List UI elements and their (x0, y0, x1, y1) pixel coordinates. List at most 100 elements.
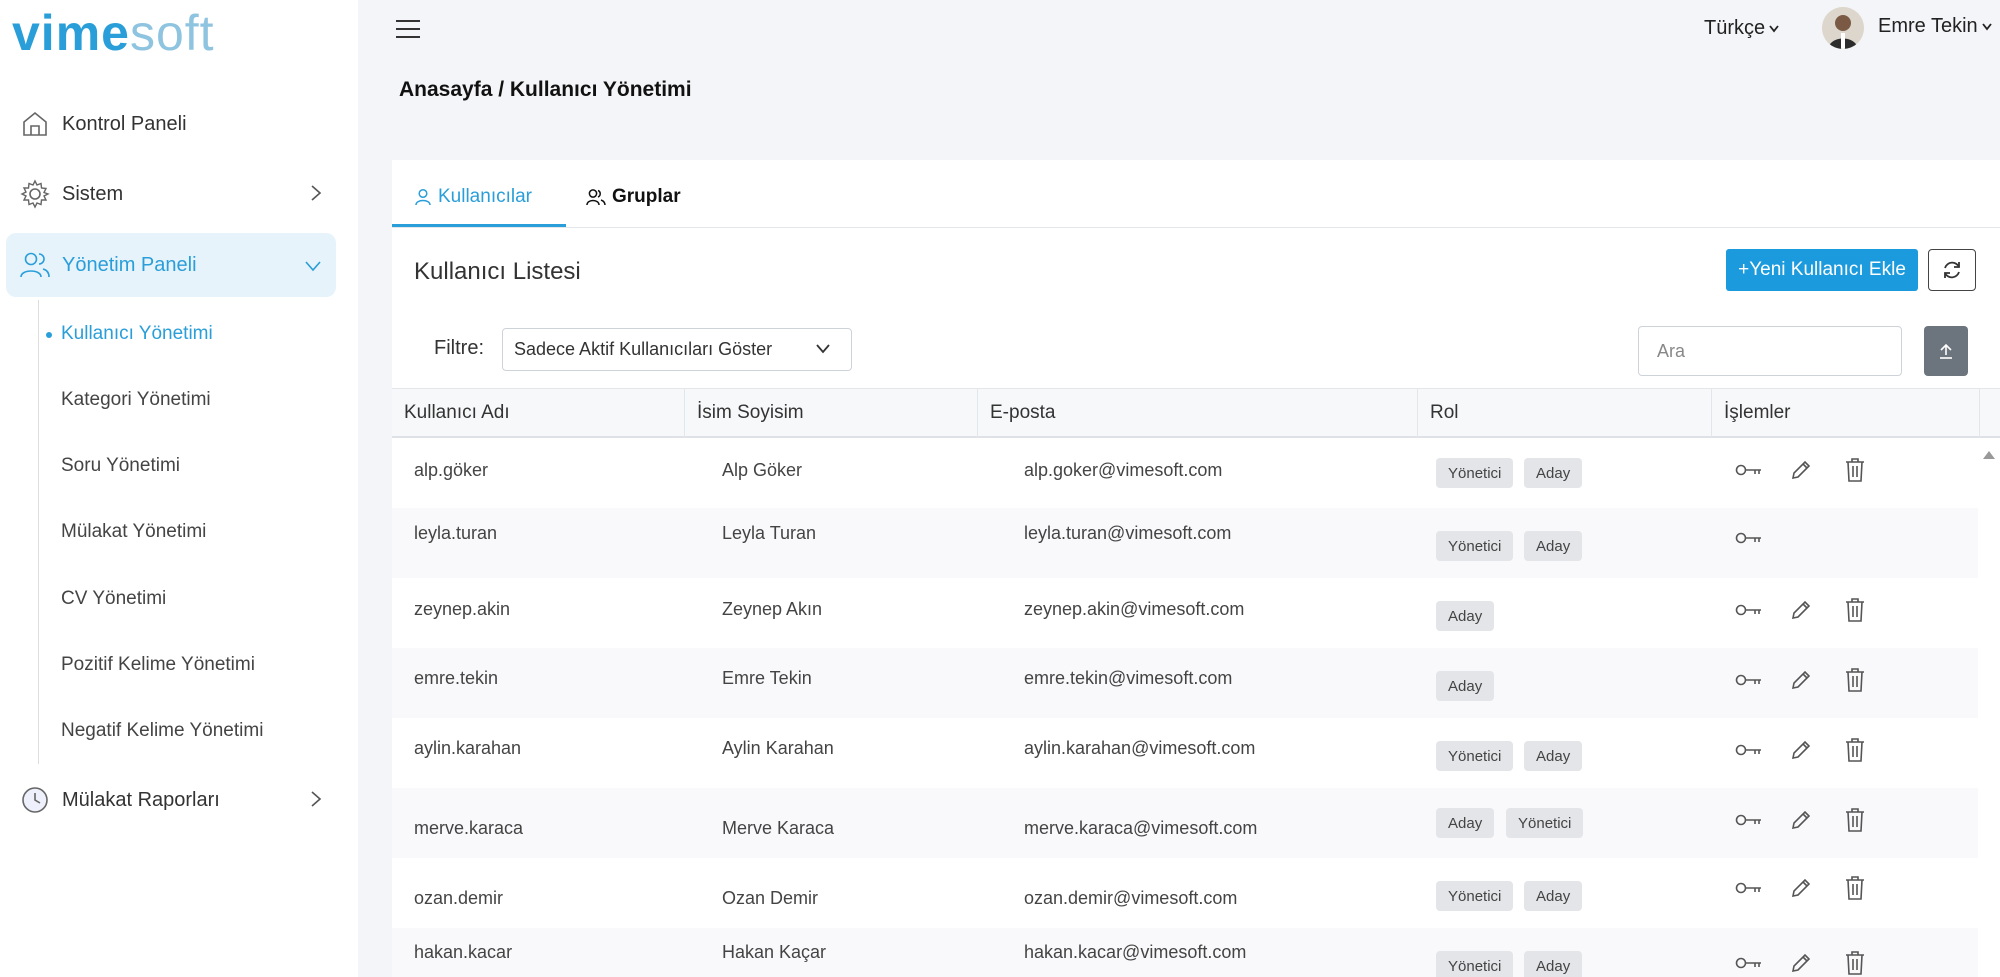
delete-user-button[interactable] (1840, 873, 1870, 903)
delete-user-button[interactable] (1840, 805, 1870, 835)
submenu-item-pozitif-kelime[interactable]: Pozitif Kelime Yönetimi (61, 654, 255, 676)
cell-username: aylin.karahan (414, 738, 522, 758)
cell-username: zeynep.akin (414, 599, 511, 619)
submenu-item-cv-yonetimi[interactable]: CV Yönetimi (61, 588, 166, 610)
edit-user-button[interactable] (1786, 455, 1816, 485)
vimesoft-logo[interactable]: vimesoft (12, 4, 215, 62)
trash-icon (1846, 808, 1864, 832)
menu-toggle-icon[interactable] (396, 20, 420, 38)
refresh-icon (1944, 261, 1960, 279)
pencil-icon (1791, 460, 1811, 480)
delete-user-button[interactable] (1840, 948, 1870, 977)
clock-icon (18, 783, 52, 817)
cell-email: ozan.demir@vimesoft.com (1024, 888, 1238, 908)
key-icon (1735, 464, 1761, 476)
role-badge: Yönetici (1436, 741, 1514, 771)
role-badge: Aday (1524, 881, 1583, 911)
role-badge: Yönetici (1506, 808, 1584, 838)
chevron-down-icon (1769, 24, 1779, 32)
role-badge: Yönetici (1436, 531, 1514, 561)
delete-user-button[interactable] (1840, 735, 1870, 765)
reset-password-button[interactable] (1734, 805, 1764, 835)
submenu-item-kullanici-yonetimi[interactable]: Kullanıcı Yönetimi (46, 323, 213, 345)
scroll-up-arrow-icon[interactable] (1982, 447, 1996, 465)
chevron-right-icon (310, 790, 322, 814)
chevron-right-icon (310, 184, 322, 208)
submenu-item-mulakat-yonetimi[interactable]: Mülakat Yönetimi (61, 521, 206, 543)
pencil-icon (1791, 740, 1811, 760)
edit-user-button[interactable] (1786, 805, 1816, 835)
table-row: emre.tekin Emre Tekin emre.tekin@vimesoft.… (392, 648, 1978, 718)
sidebar-item-mulakat-raporlari[interactable]: Mülakat Raporları (6, 768, 336, 832)
reset-password-button[interactable] (1734, 595, 1764, 625)
key-icon (1735, 882, 1761, 894)
cell-email: emre.tekin@vimesoft.com (1024, 668, 1233, 688)
sidebar-item-label: Sistem (62, 182, 124, 205)
column-header-actions: İşlemler (1712, 389, 1980, 437)
table-row: merve.karaca Merve Karaca merve.karaca@vim… (392, 788, 1978, 858)
key-icon (1735, 814, 1761, 826)
role-badge: Aday (1436, 808, 1495, 838)
trash-icon (1846, 951, 1864, 975)
sidebar-item-yonetim-paneli[interactable]: Yönetim Paneli (6, 233, 336, 297)
pencil-icon (1791, 878, 1811, 898)
delete-user-button[interactable] (1840, 455, 1870, 485)
reset-password-button[interactable] (1734, 523, 1764, 553)
cell-username: leyla.turan (414, 523, 498, 543)
cell-name: Leyla Turan (722, 523, 817, 543)
delete-user-button[interactable] (1840, 595, 1870, 625)
cell-email: hakan.kacar@vimesoft.com (1024, 942, 1247, 962)
chevron-down-icon (816, 344, 830, 354)
edit-user-button[interactable] (1786, 948, 1816, 977)
cell-username: emre.tekin (414, 668, 499, 688)
edit-user-button[interactable] (1786, 595, 1816, 625)
column-header-name[interactable]: İsim Soyisim (685, 389, 978, 437)
reset-password-button[interactable] (1734, 665, 1764, 695)
language-selector[interactable]: Türkçe (1704, 17, 1779, 40)
reset-password-button[interactable] (1734, 735, 1764, 765)
cell-email: aylin.karahan@vimesoft.com (1024, 738, 1256, 758)
sidebar-item-kontrol-paneli[interactable]: Kontrol Paneli (6, 92, 336, 156)
reset-password-button[interactable] (1734, 948, 1764, 977)
card-title: Kullanıcı Listesi (414, 258, 581, 285)
delete-user-button[interactable] (1840, 665, 1870, 695)
user-menu[interactable]: Emre Tekin (1878, 15, 1992, 38)
cell-username: alp.göker (414, 460, 489, 480)
role-badge: Aday (1524, 458, 1583, 488)
gear-icon (18, 177, 52, 211)
sidebar-item-sistem[interactable]: Sistem (6, 162, 336, 226)
column-header-email[interactable]: E-posta (978, 389, 1418, 437)
chevron-down-icon (304, 255, 322, 278)
export-button[interactable] (1924, 326, 1968, 376)
column-header-username[interactable]: Kullanıcı Adı (392, 389, 685, 437)
role-badge: Aday (1436, 601, 1495, 631)
column-header-role[interactable]: Rol (1418, 389, 1712, 437)
submenu-item-kategori-yonetimi[interactable]: Kategori Yönetimi (61, 389, 211, 411)
reset-password-button[interactable] (1734, 873, 1764, 903)
edit-user-button[interactable] (1786, 873, 1816, 903)
submenu-item-soru-yonetimi[interactable]: Soru Yönetimi (61, 455, 180, 477)
avatar[interactable] (1822, 7, 1864, 49)
cell-name: Emre Tekin (722, 668, 812, 688)
role-badge: Aday (1524, 741, 1583, 771)
submenu-line (38, 300, 39, 764)
tab-kullanicilar[interactable]: Kullanıcılar (414, 186, 532, 208)
trash-icon (1846, 738, 1864, 762)
cell-email: leyla.turan@vimesoft.com (1024, 523, 1232, 543)
tab-gruplar[interactable]: Gruplar (586, 186, 681, 208)
edit-user-button[interactable] (1786, 735, 1816, 765)
reset-password-button[interactable] (1734, 455, 1764, 485)
refresh-button[interactable] (1928, 249, 1976, 291)
search-input[interactable] (1638, 326, 1902, 376)
users-icon (18, 248, 52, 282)
role-badge: Yönetici (1436, 951, 1514, 977)
edit-user-button[interactable] (1786, 665, 1816, 695)
add-user-button[interactable]: +Yeni Kullanıcı Ekle (1726, 249, 1918, 291)
filter-select[interactable]: Sadece Aktif Kullanıcıları Göster (502, 328, 852, 371)
role-badge: Aday (1524, 531, 1583, 561)
upload-icon (1940, 343, 1952, 359)
filter-label: Filtre: (434, 337, 484, 359)
table-row: ozan.demir Ozan Demir ozan.demir@vimesoft.… (392, 858, 1978, 928)
submenu-item-negatif-kelime[interactable]: Negatif Kelime Yönetimi (61, 720, 263, 742)
key-icon (1735, 604, 1761, 616)
